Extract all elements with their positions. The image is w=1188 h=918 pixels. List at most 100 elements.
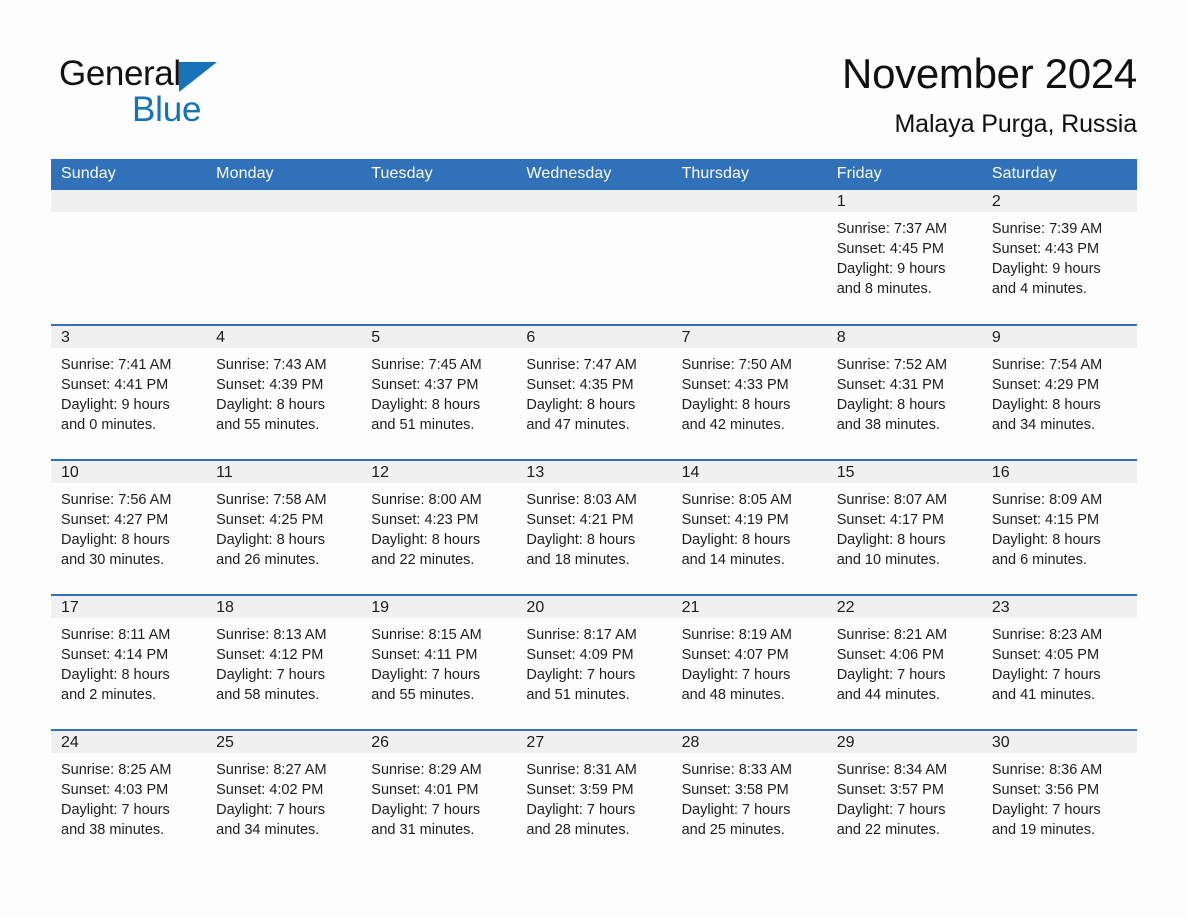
sunset-time: Sunset: 4:41 PM <box>61 377 169 393</box>
day-number <box>206 190 362 212</box>
sunset-time: Sunset: 4:12 PM <box>216 647 324 663</box>
calendar-day-cell[interactable]: 8 Sunrise: 7:52 AM Sunset: 4:31 PM Daylight… <box>826 324 982 460</box>
daylight-duration-line2: and 26 minutes. <box>216 552 320 568</box>
page-title: November 2024 <box>842 50 1137 97</box>
daylight-duration-line1: Daylight: 7 hours <box>526 667 636 683</box>
day-number: 5 <box>361 326 517 348</box>
sunrise-time: Sunrise: 8:27 AM <box>216 762 327 778</box>
day-number: 24 <box>51 731 207 753</box>
calendar-day-cell[interactable]: 9 Sunrise: 7:54 AM Sunset: 4:29 PM Daylight… <box>981 324 1137 460</box>
daylight-duration-line2: and 38 minutes. <box>61 822 165 838</box>
calendar-day-cell[interactable]: 19 Sunrise: 8:15 AM Sunset: 4:11 PM Dayligh… <box>361 594 517 730</box>
logo-text-general: General <box>59 54 181 93</box>
sunset-time: Sunset: 4:03 PM <box>61 782 169 798</box>
daylight-duration-line2: and 10 minutes. <box>836 552 940 568</box>
day-number: 7 <box>671 326 827 348</box>
calendar-day-cell[interactable]: 15 Sunrise: 8:07 AM Sunset: 4:17 PM Dayligh… <box>826 459 982 595</box>
calendar-day-cell[interactable]: 14 Sunrise: 8:05 AM Sunset: 4:19 PM Dayligh… <box>671 459 827 595</box>
sunrise-time: Sunrise: 7:50 AM <box>681 357 792 373</box>
calendar-day-cell[interactable]: 16 Sunrise: 8:09 AM Sunset: 4:15 PM Dayligh… <box>981 459 1137 595</box>
daylight-duration-line2: and 19 minutes. <box>991 822 1096 838</box>
calendar-day-cell[interactable]: 1 Sunrise: 7:37 AM Sunset: 4:45 PM Daylight… <box>826 190 982 325</box>
sunrise-time: Sunrise: 8:33 AM <box>681 762 792 778</box>
calendar-day-cell[interactable]: 3 Sunrise: 7:41 AM Sunset: 4:41 PM Daylight… <box>51 324 207 460</box>
daylight-duration-line1: Daylight: 8 hours <box>526 397 636 413</box>
calendar-day-cell[interactable]: 23 Sunrise: 8:23 AM Sunset: 4:05 PM Dayligh… <box>981 594 1137 730</box>
sunset-time: Sunset: 4:17 PM <box>836 512 944 528</box>
day-number: 14 <box>671 461 827 483</box>
day-details: Sunrise: 8:34 AM Sunset: 3:57 PM Daylight:… <box>827 753 982 840</box>
calendar-day-cell[interactable]: 10 Sunrise: 7:56 AM Sunset: 4:27 PM Dayligh… <box>51 459 207 595</box>
day-details: Sunrise: 8:31 AM Sunset: 3:59 PM Daylight:… <box>516 753 671 840</box>
calendar-day-cell[interactable]: 18 Sunrise: 8:13 AM Sunset: 4:12 PM Dayligh… <box>206 594 362 730</box>
calendar-day-cell[interactable]: 25 Sunrise: 8:27 AM Sunset: 4:02 PM Dayligh… <box>206 729 362 865</box>
sunrise-time: Sunrise: 7:54 AM <box>991 357 1103 373</box>
logo-text-blue: Blue <box>132 90 202 129</box>
calendar-day-cell[interactable]: 26 Sunrise: 8:29 AM Sunset: 4:01 PM Dayligh… <box>361 729 517 865</box>
sunset-time: Sunset: 4:23 PM <box>371 512 479 528</box>
day-number: 2 <box>981 190 1137 212</box>
sunrise-time: Sunrise: 8:03 AM <box>526 492 637 508</box>
calendar-day-cell[interactable]: 30 Sunrise: 8:36 AM Sunset: 3:56 PM Dayligh… <box>981 729 1137 865</box>
day-number: 6 <box>516 326 672 348</box>
calendar-day-cell[interactable]: 24 Sunrise: 8:25 AM Sunset: 4:03 PM Dayligh… <box>51 729 207 865</box>
sunset-time: Sunset: 4:29 PM <box>991 377 1100 393</box>
day-details: Sunrise: 7:58 AM Sunset: 4:25 PM Daylight:… <box>206 483 361 570</box>
sunset-time: Sunset: 3:56 PM <box>991 782 1100 798</box>
daylight-duration-line2: and 47 minutes. <box>526 417 630 433</box>
daylight-duration-line1: Daylight: 7 hours <box>216 802 325 818</box>
daylight-duration-line2: and 55 minutes. <box>216 417 320 433</box>
daylight-duration-line2: and 34 minutes. <box>991 417 1096 433</box>
calendar-day-cell[interactable]: 29 Sunrise: 8:34 AM Sunset: 3:57 PM Dayligh… <box>826 729 982 865</box>
calendar-day-cell[interactable]: 6 Sunrise: 7:47 AM Sunset: 4:35 PM Daylight… <box>516 324 672 460</box>
calendar-day-cell[interactable]: 11 Sunrise: 7:58 AM Sunset: 4:25 PM Dayligh… <box>206 459 362 595</box>
daylight-duration-line1: Daylight: 7 hours <box>216 667 325 683</box>
weekday-header-row: Sunday Monday Tuesday Wednesday Thursday… <box>51 159 1137 190</box>
calendar-day-cell[interactable]: 12 Sunrise: 8:00 AM Sunset: 4:23 PM Dayligh… <box>361 459 517 595</box>
general-blue-logo[interactable]: General Blue <box>59 54 319 134</box>
calendar-day-cell[interactable]: 17 Sunrise: 8:11 AM Sunset: 4:14 PM Dayligh… <box>51 594 207 730</box>
daylight-duration-line2: and 38 minutes. <box>836 417 940 433</box>
daylight-duration-line2: and 8 minutes. <box>836 281 932 297</box>
sunset-time: Sunset: 4:19 PM <box>681 512 789 528</box>
calendar-day-cell-empty <box>516 190 672 325</box>
daylight-duration-line1: Daylight: 9 hours <box>991 261 1101 277</box>
sunrise-time: Sunrise: 8:15 AM <box>371 627 482 643</box>
daylight-duration-line1: Daylight: 7 hours <box>371 667 481 683</box>
calendar-day-cell[interactable]: 28 Sunrise: 8:33 AM Sunset: 3:58 PM Dayligh… <box>671 729 827 865</box>
calendar-day-cell[interactable]: 13 Sunrise: 8:03 AM Sunset: 4:21 PM Dayligh… <box>516 459 672 595</box>
calendar-day-cell[interactable]: 20 Sunrise: 8:17 AM Sunset: 4:09 PM Dayligh… <box>516 594 672 730</box>
calendar-week-row: 10 Sunrise: 7:56 AM Sunset: 4:27 PM Dayligh… <box>51 459 1137 595</box>
sunrise-time: Sunrise: 8:07 AM <box>836 492 948 508</box>
calendar-day-cell[interactable]: 21 Sunrise: 8:19 AM Sunset: 4:07 PM Dayligh… <box>671 594 827 730</box>
day-number: 16 <box>981 461 1137 483</box>
day-details: Sunrise: 8:05 AM Sunset: 4:19 PM Daylight:… <box>672 483 827 570</box>
sunset-time: Sunset: 3:57 PM <box>836 782 944 798</box>
sunset-time: Sunset: 4:39 PM <box>216 377 324 393</box>
calendar-day-cell[interactable]: 27 Sunrise: 8:31 AM Sunset: 3:59 PM Dayligh… <box>516 729 672 865</box>
weekday-header-wednesday: Wednesday <box>516 159 672 190</box>
weekday-header-tuesday: Tuesday <box>361 159 517 190</box>
calendar-day-cell[interactable]: 5 Sunrise: 7:45 AM Sunset: 4:37 PM Daylight… <box>361 324 517 460</box>
day-number: 21 <box>671 596 827 618</box>
page-header: General Blue November 2024 Malaya Purga,… <box>51 48 1137 148</box>
daylight-duration-line1: Daylight: 9 hours <box>61 397 170 413</box>
day-number: 30 <box>981 731 1137 753</box>
daylight-duration-line2: and 44 minutes. <box>836 687 940 703</box>
sunrise-time: Sunrise: 8:17 AM <box>526 627 637 643</box>
daylight-duration-line1: Daylight: 7 hours <box>991 667 1101 683</box>
calendar-day-cell[interactable]: 7 Sunrise: 7:50 AM Sunset: 4:33 PM Daylight… <box>671 324 827 460</box>
daylight-duration-line1: Daylight: 8 hours <box>991 397 1101 413</box>
calendar-day-cell[interactable]: 2 Sunrise: 7:39 AM Sunset: 4:43 PM Daylight… <box>981 190 1137 325</box>
day-details: Sunrise: 8:33 AM Sunset: 3:58 PM Daylight:… <box>672 753 827 840</box>
daylight-duration-line1: Daylight: 8 hours <box>61 667 170 683</box>
calendar-day-cell[interactable]: 22 Sunrise: 8:21 AM Sunset: 4:06 PM Dayligh… <box>826 594 982 730</box>
calendar-day-cell[interactable]: 4 Sunrise: 7:43 AM Sunset: 4:39 PM Daylight… <box>206 324 362 460</box>
calendar-page: General Blue November 2024 Malaya Purga,… <box>0 0 1188 918</box>
sunrise-time: Sunrise: 8:11 AM <box>61 627 171 643</box>
sunrise-time: Sunrise: 8:23 AM <box>991 627 1103 643</box>
day-number: 23 <box>981 596 1137 618</box>
calendar-day-cell-empty <box>206 190 362 325</box>
weekday-header-thursday: Thursday <box>671 159 827 190</box>
daylight-duration-line1: Daylight: 7 hours <box>681 802 791 818</box>
